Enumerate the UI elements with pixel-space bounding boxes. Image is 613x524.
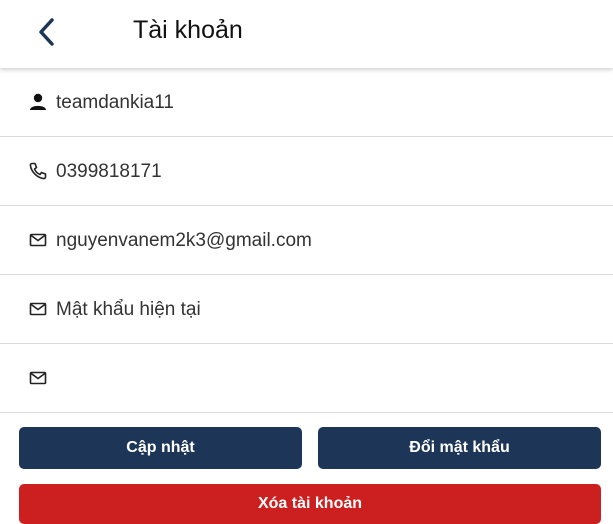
username-field[interactable] <box>56 88 597 118</box>
new-password-field[interactable] <box>56 364 597 394</box>
email-row <box>0 206 613 275</box>
back-button[interactable] <box>28 12 68 52</box>
person-icon <box>30 93 46 110</box>
username-row <box>0 68 613 137</box>
email-field[interactable] <box>56 226 597 256</box>
page-title: Tài khoản <box>133 16 243 44</box>
new-password-row <box>0 344 613 413</box>
mail-icon <box>29 371 47 385</box>
current-password-field[interactable] <box>56 295 597 325</box>
mail-icon <box>29 302 47 316</box>
update-button[interactable]: Cập nhật <box>19 427 302 469</box>
delete-account-button[interactable]: Xóa tài khoản <box>19 484 601 524</box>
phone-field[interactable] <box>56 157 597 187</box>
phone-icon <box>29 162 47 180</box>
mail-icon <box>29 233 47 247</box>
account-form <box>0 68 613 413</box>
phone-row <box>0 137 613 206</box>
app-header: Tài khoản <box>0 0 613 68</box>
current-password-row <box>0 275 613 344</box>
chevron-left-icon <box>39 18 54 46</box>
change-password-button[interactable]: Đổi mật khẩu <box>318 427 601 469</box>
